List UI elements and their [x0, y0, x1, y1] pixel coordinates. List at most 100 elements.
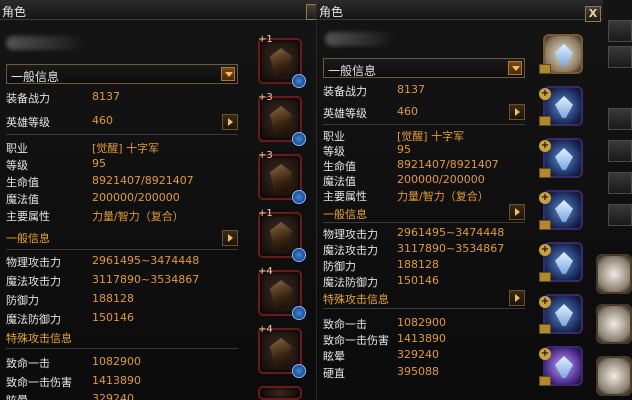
stat-row: 英雄等级 460: [323, 105, 523, 121]
stat-value: 力量/智力（复合）: [397, 190, 489, 203]
equipment-slot[interactable]: +: [539, 346, 583, 386]
plus-icon[interactable]: +: [539, 192, 551, 204]
divider: [323, 124, 525, 125]
stat-label: 装备战力: [323, 85, 367, 98]
armor-icon: [555, 200, 573, 222]
stat-value: 1413890: [397, 332, 446, 345]
side-tab[interactable]: [608, 20, 632, 42]
enhance-level: +1: [258, 34, 273, 45]
swap-icon[interactable]: [292, 190, 306, 204]
stat-row: 魔法值 200000/200000: [6, 191, 236, 207]
close-button[interactable]: X: [585, 6, 601, 22]
stat-value: 95: [397, 143, 411, 156]
side-tab[interactable]: [608, 204, 632, 226]
general-info-expand-button[interactable]: [509, 204, 525, 220]
general-info-expand-button[interactable]: [222, 230, 238, 246]
stat-label: 等级: [6, 159, 28, 172]
section-special-row[interactable]: 特殊攻击信息: [323, 291, 523, 307]
armor-icon: [270, 338, 292, 366]
side-tab[interactable]: [608, 140, 632, 162]
stat-value: 8921407/8921407: [397, 158, 499, 171]
swap-icon[interactable]: [292, 306, 306, 320]
avatar-slot[interactable]: [596, 356, 632, 396]
stat-label: 物理攻击力: [323, 228, 378, 241]
special-info-expand-button[interactable]: [509, 290, 525, 306]
stat-label: 物理攻击力: [6, 256, 61, 269]
equipment-slot[interactable]: [539, 34, 583, 74]
armor-icon: [270, 222, 292, 250]
stat-value: 150146: [92, 311, 134, 324]
character-name-redacted: [325, 32, 395, 46]
divider: [6, 249, 238, 250]
stat-value: 3117890~3534867: [92, 273, 200, 286]
side-tab[interactable]: [608, 108, 632, 130]
stat-label: 魔法值: [6, 193, 39, 206]
armor-icon: [555, 96, 573, 118]
title-bar[interactable]: 角色: [317, 0, 603, 20]
plus-icon[interactable]: +: [539, 296, 551, 308]
hero-level-expand-button[interactable]: [509, 104, 525, 120]
avatar-slot[interactable]: [596, 304, 632, 344]
stat-value: 200000/200000: [397, 173, 485, 186]
stat-label: 致命一击伤害: [323, 334, 389, 347]
stat-row: 硬直 395088: [323, 365, 523, 381]
stat-label: 硬直: [323, 367, 345, 380]
stat-label: 生命值: [323, 160, 356, 173]
stat-label: 致命一击伤害: [6, 376, 72, 389]
plus-icon[interactable]: +: [539, 244, 551, 256]
swap-icon[interactable]: [292, 74, 306, 88]
plus-icon[interactable]: +: [539, 88, 551, 100]
close-button[interactable]: [306, 4, 316, 20]
chevron-down-icon[interactable]: [221, 67, 235, 81]
stat-row: 致命一击 1082900: [6, 355, 236, 371]
plus-icon[interactable]: +: [539, 140, 551, 152]
armor-icon: [270, 106, 292, 134]
stat-row: 职业 [觉醒] 十字军: [323, 128, 523, 144]
section-label: 特殊攻击信息: [6, 332, 72, 345]
side-tab[interactable]: [608, 172, 632, 194]
equipment-slot[interactable]: +: [539, 294, 583, 334]
character-panel-right: 角色 X 一般信息 装备战力 8137 英雄等级 460 职业 [觉醒] 十字军…: [316, 0, 632, 400]
side-tab[interactable]: [608, 46, 632, 68]
weapon-icon: [555, 356, 573, 378]
hero-level-expand-button[interactable]: [222, 114, 238, 130]
info-dropdown[interactable]: 一般信息: [6, 64, 238, 84]
stat-value: 188128: [92, 292, 134, 305]
equipment-slot[interactable]: [258, 386, 302, 400]
equipment-slot[interactable]: +: [539, 86, 583, 126]
swap-icon[interactable]: [292, 364, 306, 378]
stat-row: 魔法攻击力 3117890~3534867: [323, 242, 523, 258]
stat-value: [觉醒] 十字军: [397, 130, 465, 143]
equipment-slot[interactable]: +: [539, 242, 583, 282]
stat-value: 1082900: [92, 355, 141, 368]
section-general-row[interactable]: 一般信息: [323, 206, 523, 222]
stat-row: 魔法值 200000/200000: [323, 173, 523, 189]
equipment-slot[interactable]: +3: [258, 92, 306, 146]
stat-value: 188128: [397, 258, 439, 271]
equipment-slot[interactable]: +4: [258, 266, 306, 320]
stat-row: 防御力 188128: [323, 258, 523, 274]
armor-icon: [555, 148, 573, 170]
avatar-slot[interactable]: [596, 254, 632, 294]
stat-label: 主要属性: [6, 210, 50, 223]
stat-row: 物理攻击力 2961495~3474448: [323, 226, 523, 242]
chevron-down-icon[interactable]: [508, 61, 522, 75]
section-general-row[interactable]: 一般信息: [6, 230, 236, 246]
equipment-slot[interactable]: +: [539, 138, 583, 178]
stat-label: 魔法值: [323, 175, 356, 188]
title-bar[interactable]: 角色: [0, 0, 316, 20]
equipment-slot[interactable]: +4: [258, 324, 306, 378]
stat-value: 8137: [92, 90, 120, 103]
stat-label: 英雄等级: [323, 107, 367, 120]
section-special-row[interactable]: 特殊攻击信息: [6, 330, 236, 346]
equipment-slot[interactable]: +3: [258, 150, 306, 204]
enhance-level: +3: [258, 92, 273, 103]
swap-icon[interactable]: [292, 132, 306, 146]
plus-icon[interactable]: +: [539, 348, 551, 360]
stat-value: 力量/智力（复合）: [92, 210, 184, 223]
equipment-slot[interactable]: +1: [258, 208, 306, 262]
info-dropdown[interactable]: 一般信息: [323, 58, 525, 78]
swap-icon[interactable]: [292, 248, 306, 262]
equipment-slot[interactable]: +1: [258, 34, 306, 88]
equipment-slot[interactable]: +: [539, 190, 583, 230]
